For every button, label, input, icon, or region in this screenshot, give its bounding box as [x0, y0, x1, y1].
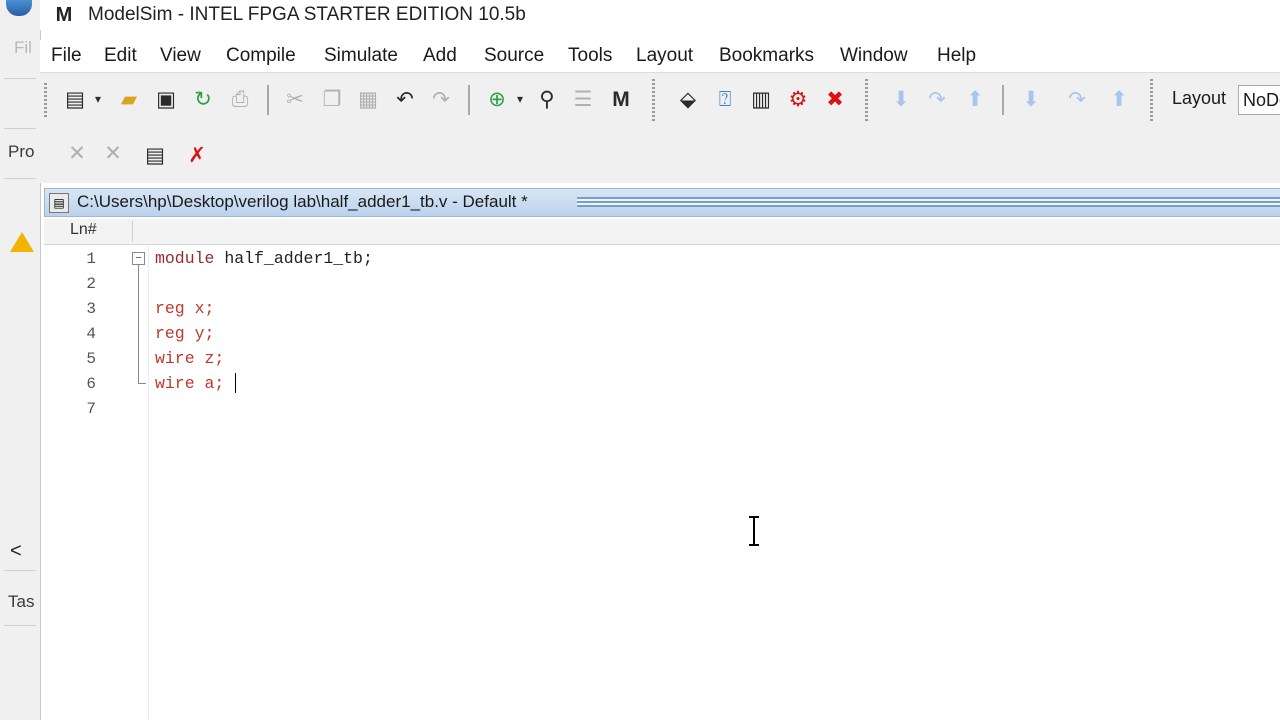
step-over-dropdown-icon[interactable]: ↷	[1062, 84, 1092, 114]
toolbar-grip[interactable]	[652, 79, 655, 123]
menu-source[interactable]: Source	[484, 45, 544, 67]
code-text: y;	[184, 324, 215, 343]
line-number: 6	[86, 375, 96, 393]
menu-tools[interactable]: Tools	[568, 45, 612, 67]
paste-icon[interactable]: ▦	[353, 84, 383, 114]
collapse-all-icon[interactable]: ✕	[62, 138, 92, 168]
column-header: Ln#	[44, 219, 1280, 245]
code-line: wire z;	[155, 349, 224, 368]
secondary-toolbar: ✕ ✕ ▤ ✗	[40, 127, 1280, 183]
step-out-icon[interactable]: ⬆	[960, 84, 990, 114]
code-editor[interactable]: module half_adder1_tb; reg x; reg y; wir…	[149, 245, 1280, 720]
step-into-icon[interactable]: ⬇	[886, 84, 916, 114]
document-path: C:\Users\hp\Desktop\verilog lab\half_add…	[77, 192, 528, 211]
clear-icon[interactable]: ✗	[182, 140, 212, 170]
globe-icon	[6, 0, 32, 16]
document-header[interactable]: ▤ C:\Users\hp\Desktop\verilog lab\half_a…	[44, 188, 1280, 217]
menu-window[interactable]: Window	[840, 45, 908, 67]
modelsim-icon[interactable]: M	[606, 84, 636, 114]
cut-icon[interactable]: ✂	[280, 84, 310, 114]
code-keyword: reg	[155, 324, 185, 343]
menu-bookmarks[interactable]: Bookmarks	[719, 45, 814, 67]
indent-icon[interactable]: ☰	[568, 84, 598, 114]
line-number: 2	[86, 275, 96, 293]
background-window: Fil Pro < Tas	[0, 0, 41, 720]
toolbar-grip[interactable]	[44, 83, 47, 119]
menu-help[interactable]: Help	[937, 45, 976, 67]
menu-simulate[interactable]: Simulate	[324, 45, 398, 67]
code-line: reg x;	[155, 299, 214, 318]
modelsim-logo-icon: M	[55, 4, 73, 26]
code-text: z;	[194, 349, 225, 368]
text-caret	[235, 373, 236, 393]
code-line: module half_adder1_tb;	[155, 249, 373, 268]
new-dropdown-icon[interactable]: ▾	[88, 84, 108, 114]
compile-all-icon[interactable]: ▥	[746, 84, 776, 114]
step-over-icon[interactable]: ↷	[922, 84, 952, 114]
break-icon[interactable]: ✖	[820, 84, 850, 114]
ibeam-cursor-icon	[749, 516, 759, 546]
background-tab-project[interactable]: Pro	[8, 142, 34, 162]
header-drag-grip[interactable]	[577, 197, 1280, 207]
toolbar-grip[interactable]	[865, 79, 868, 123]
menu-bar: File Edit View Compile Simulate Add Sour…	[40, 40, 1280, 72]
warning-icon	[10, 232, 34, 252]
line-number: 5	[86, 350, 96, 368]
menu-file[interactable]: File	[51, 45, 82, 67]
code-keyword: module	[155, 249, 215, 268]
background-tab-tasks[interactable]: Tas	[8, 592, 34, 612]
code-line: reg y;	[155, 324, 214, 343]
menu-edit[interactable]: Edit	[104, 45, 137, 67]
redo-icon[interactable]: ↷	[426, 84, 456, 114]
expand-all-icon[interactable]: ✕	[98, 138, 128, 168]
menu-layout[interactable]: Layout	[636, 45, 693, 67]
print-icon[interactable]: ⎙	[225, 84, 255, 114]
new-file-icon[interactable]: ▤	[60, 84, 90, 114]
reload-icon[interactable]: ↻	[188, 84, 218, 114]
add-item-icon[interactable]: ⊕	[482, 84, 512, 114]
code-text: a;	[194, 374, 225, 393]
simulate-icon[interactable]: ⚙	[783, 84, 813, 114]
line-number: 4	[86, 325, 96, 343]
menu-add[interactable]: Add	[423, 45, 457, 67]
code-line: wire a;	[155, 374, 224, 393]
code-text: x;	[184, 299, 215, 318]
line-number: 3	[86, 300, 96, 318]
menu-view[interactable]: View	[160, 45, 201, 67]
line-number-header: Ln#	[70, 221, 97, 238]
line-number: 7	[86, 400, 96, 418]
main-toolbar: ▤ ▾ ▰ ▣ ↻ ⎙ ✂ ❐ ▦ ↶ ↷ ⊕ ▾ ⚲ ☰ M ⬙ ⍰ ▥ ⚙ …	[40, 72, 1280, 128]
line-number: 1	[86, 250, 96, 268]
step-into-dropdown-icon[interactable]: ⬇	[1016, 84, 1046, 114]
title-bar: M ModelSim - INTEL FPGA STARTER EDITION …	[40, 0, 1280, 30]
scroll-left-arrow-icon[interactable]: <	[10, 540, 22, 563]
find-binoculars-icon[interactable]: ⚲	[532, 84, 562, 114]
layout-label: Layout	[1172, 88, 1227, 108]
line-number-gutter: 1 2 3 4 5 6 7 −	[44, 245, 149, 720]
source-file-icon: ▤	[49, 193, 69, 213]
code-keyword: reg	[155, 299, 185, 318]
save-icon[interactable]: ▣	[151, 84, 181, 114]
background-menu-file: Fil	[14, 38, 32, 57]
clipboard-icon[interactable]: ▤	[140, 140, 170, 170]
window-title: ModelSim - INTEL FPGA STARTER EDITION 10…	[88, 4, 526, 25]
add-dropdown-icon[interactable]: ▾	[510, 84, 530, 114]
code-text: half_adder1_tb;	[214, 249, 373, 268]
compile-icon[interactable]: ⬙	[673, 84, 703, 114]
undo-icon[interactable]: ↶	[390, 84, 420, 114]
step-out-dropdown-icon[interactable]: ⬆	[1104, 84, 1134, 114]
help-doc-icon[interactable]: ⍰	[710, 84, 740, 114]
code-keyword: wire	[155, 374, 195, 393]
layout-select[interactable]: NoDesign	[1238, 85, 1280, 115]
copy-icon[interactable]: ❐	[317, 84, 347, 114]
toolbar-grip[interactable]	[1150, 79, 1153, 123]
code-keyword: wire	[155, 349, 195, 368]
menu-compile[interactable]: Compile	[226, 45, 296, 67]
open-folder-icon[interactable]: ▰	[114, 84, 144, 114]
